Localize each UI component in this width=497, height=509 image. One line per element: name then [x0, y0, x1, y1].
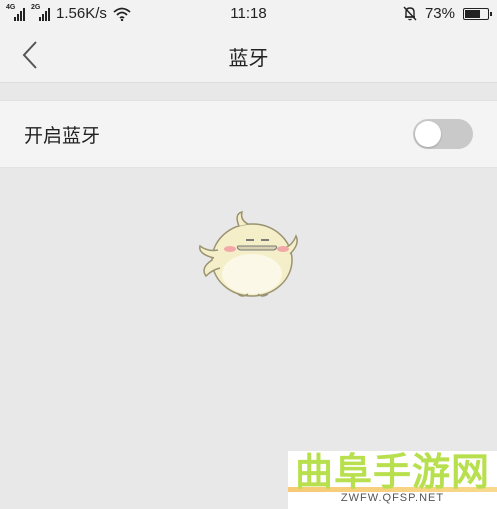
bluetooth-setting-row[interactable]: 开启蓝牙	[0, 100, 497, 168]
watermark: 曲阜手游网 ZWFW.QFSP.NET	[288, 451, 497, 509]
toggle-knob	[415, 121, 441, 147]
watermark-url: ZWFW.QFSP.NET	[340, 492, 445, 504]
status-bar: 4G 2G 1.56K/s 11:18 73%	[0, 0, 497, 28]
bluetooth-label: 开启蓝牙	[24, 125, 101, 147]
status-right: 73%	[403, 5, 492, 22]
navigation-bar: 蓝牙	[0, 28, 497, 83]
bluetooth-toggle[interactable]	[413, 119, 473, 149]
back-button[interactable]	[14, 38, 48, 72]
watermark-text: 曲阜手游网	[294, 451, 490, 494]
battery-fill	[465, 9, 481, 18]
silent-bell-icon	[403, 6, 417, 21]
battery-icon	[463, 7, 492, 20]
bird-mascot-icon	[199, 210, 298, 297]
page-title: 蓝牙	[228, 46, 269, 70]
chevron-left-icon	[22, 41, 37, 69]
battery-percent: 73%	[424, 5, 455, 22]
